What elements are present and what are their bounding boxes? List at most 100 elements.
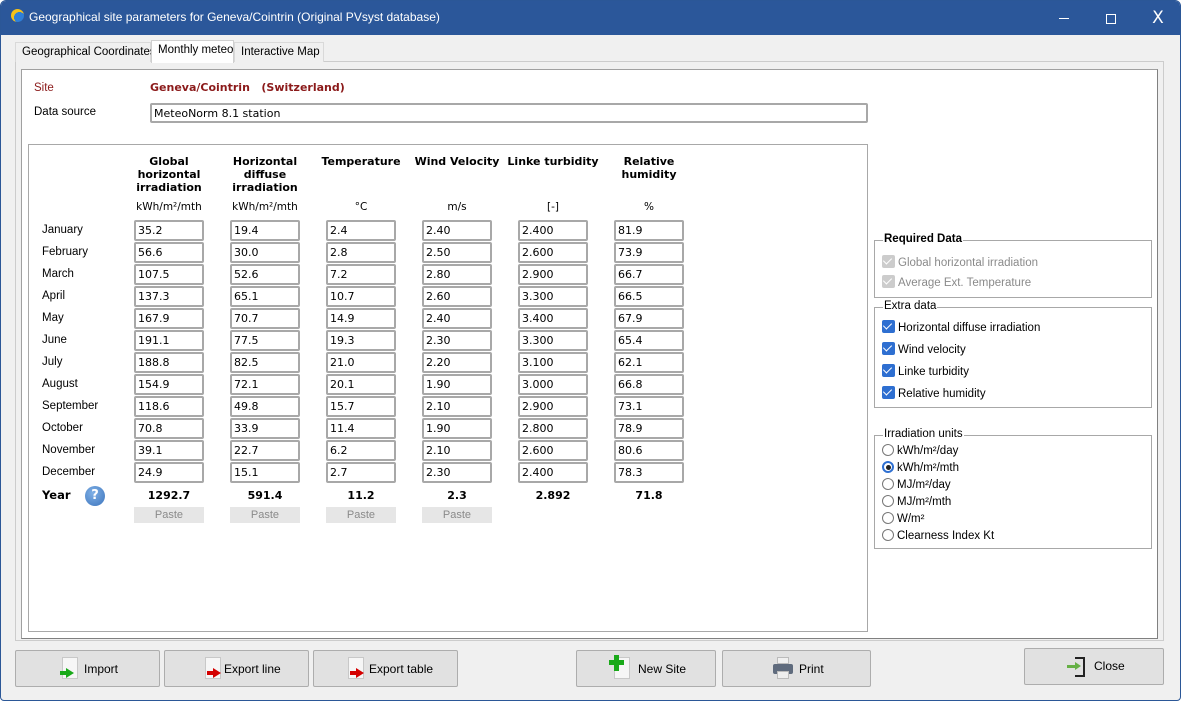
value-input[interactable]: 107.5 bbox=[134, 264, 204, 285]
close-button[interactable]: Close bbox=[1024, 648, 1164, 685]
value-input[interactable]: 39.1 bbox=[134, 440, 204, 461]
radio-irradiation-unit[interactable]: MJ/m²/mth bbox=[882, 495, 951, 511]
tab-interactive-map[interactable]: Interactive Map bbox=[234, 42, 324, 62]
value-input[interactable]: 3.000 bbox=[518, 374, 588, 395]
value-input[interactable]: 49.8 bbox=[230, 396, 300, 417]
value-input[interactable]: 2.800 bbox=[518, 418, 588, 439]
value-input[interactable]: 1.90 bbox=[422, 374, 492, 395]
value-input[interactable]: 22.7 bbox=[230, 440, 300, 461]
value-input[interactable]: 2.10 bbox=[422, 396, 492, 417]
value-input[interactable]: 15.7 bbox=[326, 396, 396, 417]
radio-irradiation-unit[interactable]: Clearness Index Kt bbox=[882, 529, 994, 545]
value-input[interactable]: 62.1 bbox=[614, 352, 684, 373]
radio-irradiation-unit[interactable]: kWh/m²/mth bbox=[882, 461, 959, 477]
value-input[interactable]: 73.1 bbox=[614, 396, 684, 417]
data-source-input[interactable]: MeteoNorm 8.1 station bbox=[150, 103, 868, 123]
value-input[interactable]: 3.400 bbox=[518, 308, 588, 329]
value-input[interactable]: 72.1 bbox=[230, 374, 300, 395]
value-input[interactable]: 33.9 bbox=[230, 418, 300, 439]
tab-geographical-coordinates[interactable]: Geographical Coordinates bbox=[15, 42, 156, 62]
value-input[interactable]: 77.5 bbox=[230, 330, 300, 351]
value-input[interactable]: 154.9 bbox=[134, 374, 204, 395]
value-input[interactable]: 19.3 bbox=[326, 330, 396, 351]
value-input[interactable]: 2.50 bbox=[422, 242, 492, 263]
value-input[interactable]: 65.4 bbox=[614, 330, 684, 351]
value-input[interactable]: 15.1 bbox=[230, 462, 300, 483]
value-input[interactable]: 14.9 bbox=[326, 308, 396, 329]
value-input[interactable]: 52.6 bbox=[230, 264, 300, 285]
checkbox-horizontal-diffuse-irradiation[interactable]: Horizontal diffuse irradiation bbox=[882, 320, 1040, 336]
value-input[interactable]: 30.0 bbox=[230, 242, 300, 263]
value-input[interactable]: 2.600 bbox=[518, 440, 588, 461]
value-input[interactable]: 2.60 bbox=[422, 286, 492, 307]
value-input[interactable]: 2.600 bbox=[518, 242, 588, 263]
value-input[interactable]: 81.9 bbox=[614, 220, 684, 241]
value-input[interactable]: 118.6 bbox=[134, 396, 204, 417]
value-input[interactable]: 70.8 bbox=[134, 418, 204, 439]
maximize-button[interactable] bbox=[1088, 1, 1134, 35]
value-input[interactable]: 67.9 bbox=[614, 308, 684, 329]
value-input[interactable]: 3.300 bbox=[518, 330, 588, 351]
checkbox-linke-turbidity[interactable]: Linke turbidity bbox=[882, 364, 969, 380]
value-input[interactable]: 78.3 bbox=[614, 462, 684, 483]
value-input[interactable]: 2.30 bbox=[422, 330, 492, 351]
value-input[interactable]: 1.90 bbox=[422, 418, 492, 439]
value-input[interactable]: 2.8 bbox=[326, 242, 396, 263]
radio-irradiation-unit[interactable]: W/m² bbox=[882, 512, 924, 528]
value-input[interactable]: 2.40 bbox=[422, 308, 492, 329]
value-input[interactable]: 66.5 bbox=[614, 286, 684, 307]
value-input[interactable]: 35.2 bbox=[134, 220, 204, 241]
import-button[interactable]: Import bbox=[15, 650, 160, 687]
value-input[interactable]: 2.900 bbox=[518, 264, 588, 285]
value-input[interactable]: 3.100 bbox=[518, 352, 588, 373]
tab-monthly-meteo[interactable]: Monthly meteo bbox=[151, 40, 234, 63]
value-input[interactable]: 82.5 bbox=[230, 352, 300, 373]
value-input[interactable]: 24.9 bbox=[134, 462, 204, 483]
value-input[interactable]: 70.7 bbox=[230, 308, 300, 329]
value-input[interactable]: 80.6 bbox=[614, 440, 684, 461]
value-input[interactable]: 65.1 bbox=[230, 286, 300, 307]
new-site-button[interactable]: New Site bbox=[576, 650, 716, 687]
value-input[interactable]: 2.40 bbox=[422, 220, 492, 241]
value-input[interactable]: 6.2 bbox=[326, 440, 396, 461]
help-question-icon[interactable]: ? bbox=[85, 486, 105, 506]
checkbox-wind-velocity[interactable]: Wind velocity bbox=[882, 342, 966, 358]
value-input[interactable]: 2.20 bbox=[422, 352, 492, 373]
value-input[interactable]: 56.6 bbox=[134, 242, 204, 263]
export-line-button[interactable]: Export line bbox=[164, 650, 309, 687]
minimize-button[interactable] bbox=[1041, 1, 1087, 35]
export-table-button[interactable]: Export table bbox=[313, 650, 458, 687]
value-input[interactable]: 188.8 bbox=[134, 352, 204, 373]
value-input[interactable]: 20.1 bbox=[326, 374, 396, 395]
value-input[interactable]: 2.900 bbox=[518, 396, 588, 417]
value-input[interactable]: 66.8 bbox=[614, 374, 684, 395]
paste-button[interactable]: Paste bbox=[326, 507, 396, 523]
value-input[interactable]: 11.4 bbox=[326, 418, 396, 439]
paste-button[interactable]: Paste bbox=[230, 507, 300, 523]
value-input[interactable]: 191.1 bbox=[134, 330, 204, 351]
value-input[interactable]: 10.7 bbox=[326, 286, 396, 307]
radio-irradiation-unit[interactable]: MJ/m²/day bbox=[882, 478, 951, 494]
value-input[interactable]: 78.9 bbox=[614, 418, 684, 439]
value-input[interactable]: 21.0 bbox=[326, 352, 396, 373]
checkbox-relative-humidity[interactable]: Relative humidity bbox=[882, 386, 986, 402]
value-input[interactable]: 73.9 bbox=[614, 242, 684, 263]
value-input[interactable]: 2.400 bbox=[518, 462, 588, 483]
value-input[interactable]: 2.7 bbox=[326, 462, 396, 483]
value-input[interactable]: 2.4 bbox=[326, 220, 396, 241]
value-input[interactable]: 66.7 bbox=[614, 264, 684, 285]
value-input[interactable]: 2.10 bbox=[422, 440, 492, 461]
value-input[interactable]: 2.80 bbox=[422, 264, 492, 285]
value-input[interactable]: 19.4 bbox=[230, 220, 300, 241]
value-input[interactable]: 137.3 bbox=[134, 286, 204, 307]
value-input[interactable]: 2.400 bbox=[518, 220, 588, 241]
value-input[interactable]: 7.2 bbox=[326, 264, 396, 285]
value-input[interactable]: 167.9 bbox=[134, 308, 204, 329]
print-button[interactable]: Print bbox=[722, 650, 871, 687]
value-input[interactable]: 3.300 bbox=[518, 286, 588, 307]
value-input[interactable]: 2.30 bbox=[422, 462, 492, 483]
paste-button[interactable]: Paste bbox=[422, 507, 492, 523]
window-close-button[interactable]: X bbox=[1135, 1, 1180, 35]
paste-button[interactable]: Paste bbox=[134, 507, 204, 523]
radio-irradiation-unit[interactable]: kWh/m²/day bbox=[882, 444, 958, 460]
